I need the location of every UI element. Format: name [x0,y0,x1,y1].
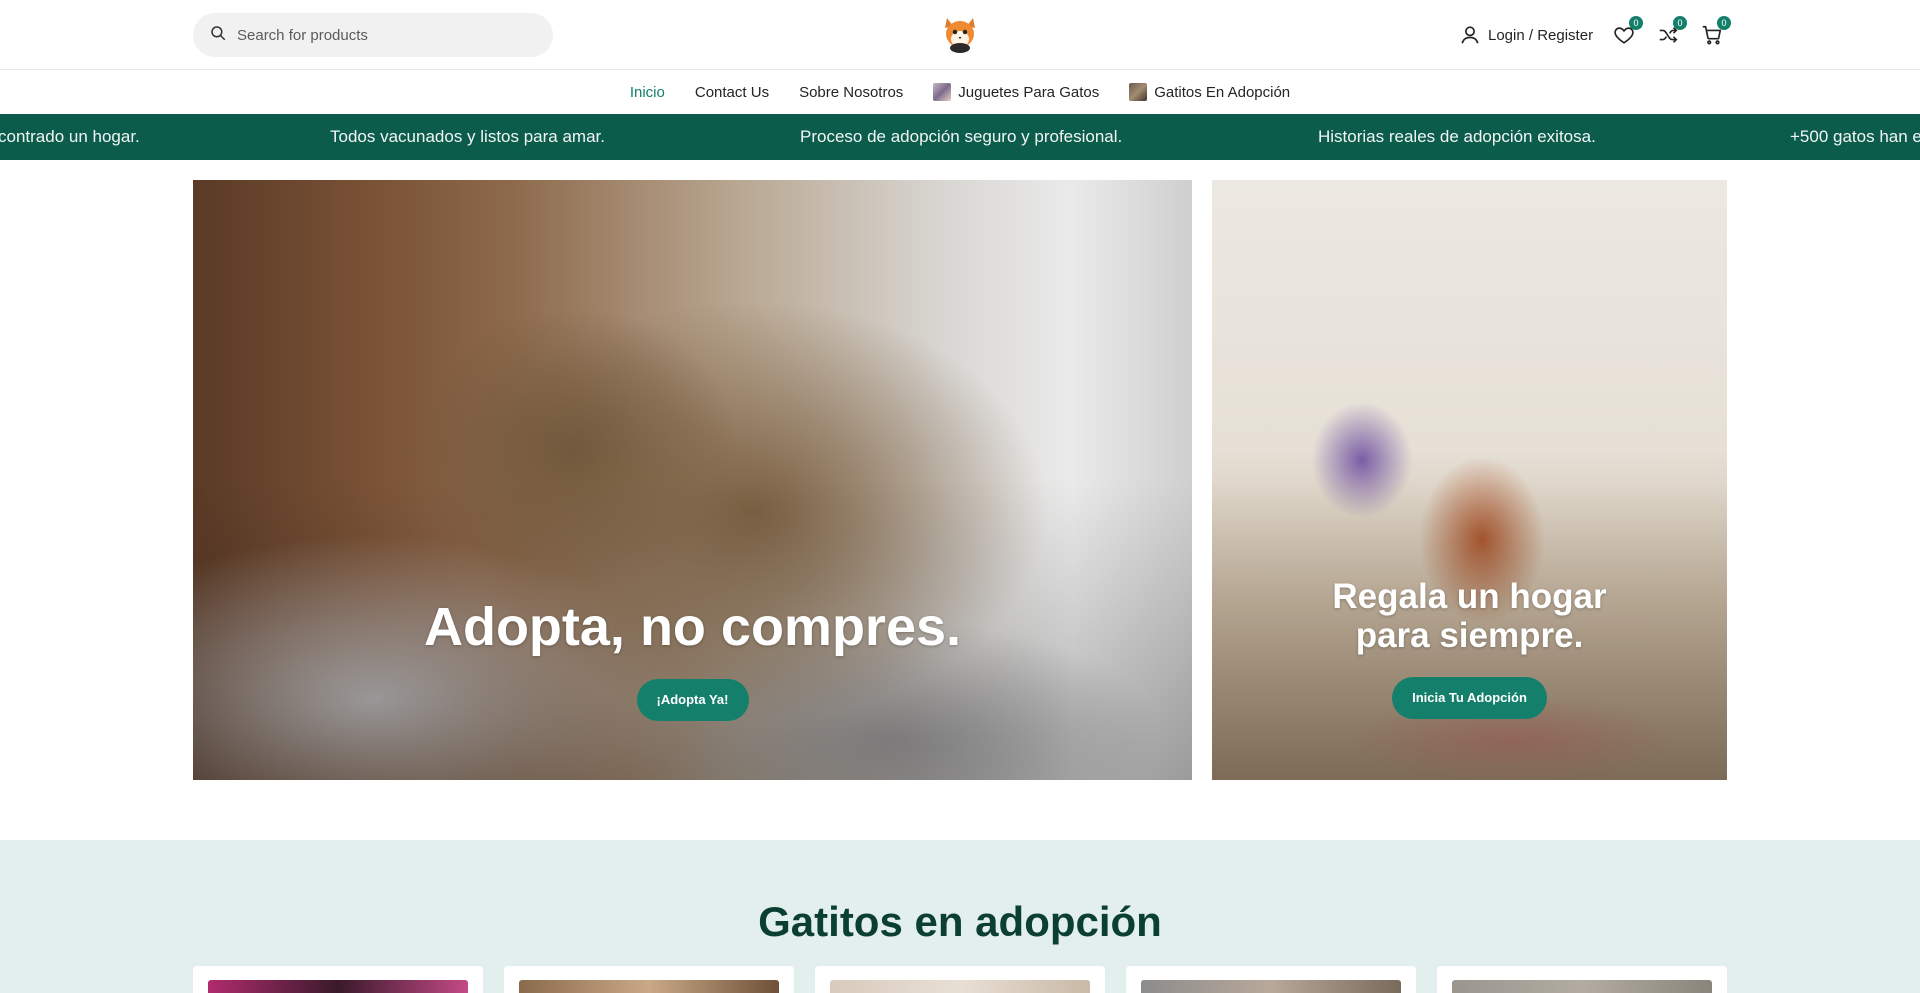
search-input[interactable] [237,26,537,44]
header-actions: Login / Register 0 0 0 [1459,16,1732,48]
nav-item-label: Juguetes Para Gatos [958,83,1100,101]
kitten-image [519,980,779,993]
site-header: Login / Register 0 0 0 [0,0,1920,70]
marquee-item: +500 gatos han e [1790,127,1920,146]
kitten-card[interactable] [1126,966,1416,993]
adopta-ya-button[interactable]: ¡Adopta Ya! [636,679,749,722]
nav-item-sobre-nosotros[interactable]: Sobre Nosotros [799,84,903,101]
main-nav: Inicio Contact Us Sobre Nosotros Juguete… [0,71,1920,113]
cat-toy-thumbnail-icon [933,83,952,101]
nav-item-label: Gatitos En Adopción [1154,83,1291,101]
nav-item-label: Sobre Nosotros [799,83,904,101]
adoption-section: Gatitos en adopción [0,840,1920,993]
marquee-item: Historias reales de adopción exitosa. [1318,127,1596,146]
kitten-image [1452,980,1712,993]
kitten-image [208,980,468,993]
kitten-card-list [193,966,1727,993]
nav-item-gatitos-adopcion[interactable]: Gatitos En Adopción [1129,83,1290,101]
kitten-card[interactable] [193,966,483,993]
marquee-item: contrado un hogar. [0,127,140,146]
kitten-thumbnail-icon [1129,83,1148,101]
adoption-section-title: Gatitos en adopción [758,898,1162,945]
kitten-card[interactable] [1437,966,1727,993]
hero-banner-title: Adopta, no compres. [423,597,962,657]
nav-item-contact-us[interactable]: Contact Us [695,84,769,101]
cart-button[interactable]: 0 [1699,16,1732,48]
search-icon[interactable] [209,24,227,47]
inicia-adopcion-button[interactable]: Inicia Tu Adopción [1392,677,1547,719]
login-register-link[interactable]: Login / Register [1459,24,1593,46]
cart-count-badge: 0 [1717,16,1732,30]
site-logo[interactable] [941,12,979,54]
login-label: Login / Register [1488,26,1594,44]
marquee-item: Proceso de adopción seguro y profesional… [800,127,1123,146]
kitten-image [1141,980,1401,993]
wishlist-count-badge: 0 [1629,16,1644,30]
hero-banner-content: Regala un hogar para siempre. Inicia Tu … [1212,577,1727,719]
hero-banner-title: Regala un hogar para siempre. [1332,577,1607,655]
nav-item-label: Inicio [629,83,665,101]
kitten-card[interactable] [815,966,1105,993]
compare-count-badge: 0 [1673,16,1688,30]
compare-button[interactable]: 0 [1655,16,1688,48]
announcement-marquee: contrado un hogar. Todos vacunados y lis… [0,114,1920,160]
kitten-card[interactable] [504,966,794,993]
kitten-image [830,980,1090,993]
hero-banner-content: Adopta, no compres. ¡Adopta Ya! [193,597,1192,722]
hero-banner-cat[interactable]: Adopta, no compres. ¡Adopta Ya! [193,180,1192,780]
wishlist-button[interactable]: 0 [1611,16,1644,48]
user-icon [1461,26,1479,44]
search-bar[interactable] [193,13,553,57]
hero-banner-shelter[interactable]: Regala un hogar para siempre. Inicia Tu … [1212,180,1727,780]
nav-item-label: Contact Us [694,83,770,101]
marquee-item: Todos vacunados y listos para amar. [330,127,605,146]
nav-item-juguetes[interactable]: Juguetes Para Gatos [933,83,1099,101]
nav-item-inicio[interactable]: Inicio [630,84,665,101]
